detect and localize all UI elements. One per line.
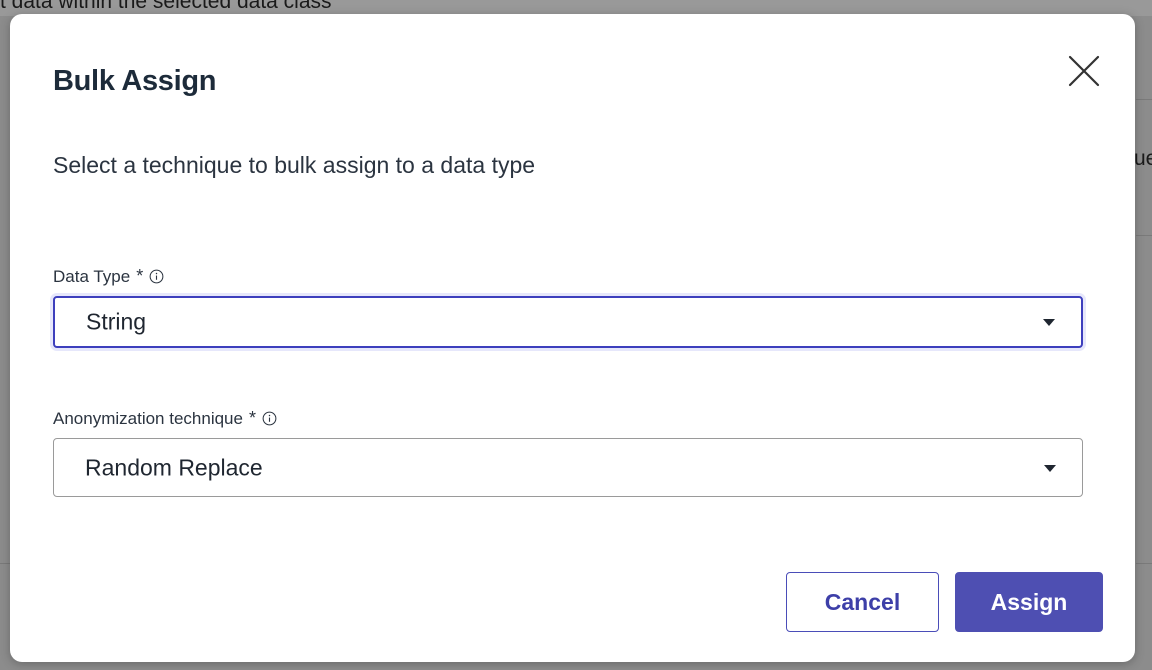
cancel-button[interactable]: Cancel	[786, 572, 939, 632]
close-button[interactable]	[1066, 53, 1102, 89]
background-divider	[0, 563, 10, 564]
data-type-select[interactable]: String	[53, 296, 1083, 348]
background-column-text: ue	[1134, 147, 1152, 170]
technique-label: Anonymization technique *	[53, 408, 277, 429]
background-text: t data within the selected data class	[0, 0, 332, 13]
bulk-assign-dialog: Bulk Assign Select a technique to bulk a…	[10, 14, 1135, 662]
technique-label-text: Anonymization technique	[53, 408, 243, 428]
assign-button[interactable]: Assign	[955, 572, 1103, 632]
info-icon[interactable]	[149, 269, 164, 284]
chevron-down-icon	[1044, 464, 1056, 472]
technique-select[interactable]: Random Replace	[53, 438, 1083, 497]
info-icon[interactable]	[262, 411, 277, 426]
background-divider	[1136, 235, 1152, 236]
dialog-title: Bulk Assign	[53, 65, 217, 97]
required-asterisk: *	[248, 408, 256, 428]
data-type-label: Data Type *	[53, 266, 164, 287]
chevron-down-icon	[1043, 319, 1055, 326]
data-type-value: String	[86, 308, 147, 335]
technique-value: Random Replace	[85, 454, 263, 480]
close-icon	[1068, 55, 1100, 87]
background-divider	[1136, 99, 1152, 100]
dialog-description: Select a technique to bulk assign to a d…	[53, 152, 536, 178]
required-asterisk: *	[136, 266, 144, 286]
data-type-label-text: Data Type	[53, 266, 131, 286]
background-divider	[1136, 563, 1152, 564]
